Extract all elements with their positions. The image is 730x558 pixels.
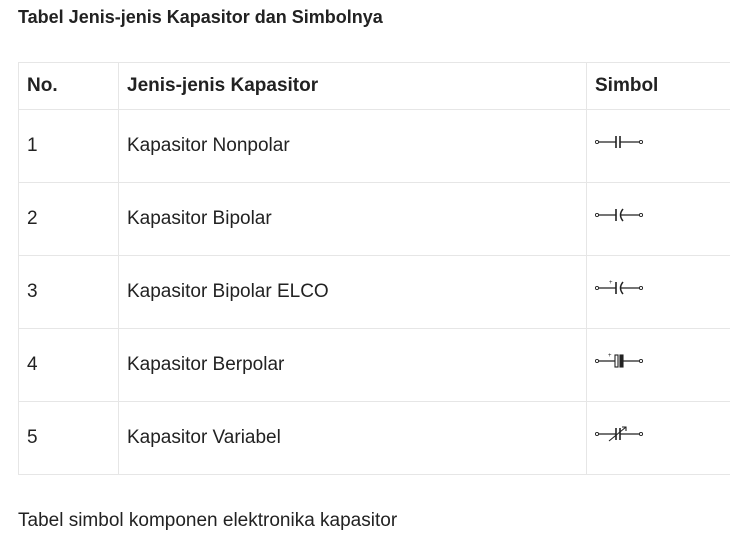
row-number: 2 [18,182,119,256]
symbol-cell: + [586,255,730,329]
row-number: 5 [18,401,119,475]
symbol-cell [586,401,730,475]
capacitor-name: Kapasitor Nonpolar [118,109,587,183]
table-row: 3 Kapasitor Bipolar ELCO + [18,255,730,329]
table-row: 1 Kapasitor Nonpolar [18,109,730,183]
variable-capacitor-symbol-icon [595,426,644,442]
row-number: 4 [18,328,119,402]
symbol-cell [586,109,730,183]
symbol-cell: + [586,328,730,402]
header-type: Jenis-jenis Kapasitor [118,62,587,110]
row-number: 3 [18,255,119,329]
page-title: Tabel Jenis-jenis Kapasitor dan Simbolny… [18,7,383,27]
header-symbol: Simbol [586,62,730,110]
capacitor-name: Kapasitor Bipolar [118,182,587,256]
capacitor-name: Kapasitor Bipolar ELCO [118,255,587,329]
capacitor-name: Kapasitor Berpolar [118,328,587,402]
table-row: 5 Kapasitor Variabel [18,401,730,475]
bipolar-elco-capacitor-symbol-icon: + [595,280,644,295]
plus-mark: + [608,353,612,359]
header-no: No. [18,62,119,110]
symbol-cell [586,182,730,256]
nonpolar-capacitor-symbol-icon [595,136,644,148]
row-number: 1 [18,109,119,183]
bipolar-capacitor-symbol-icon [595,208,644,222]
table-header-row: No. Jenis-jenis Kapasitor Simbol [18,62,730,110]
capacitor-table: No. Jenis-jenis Kapasitor Simbol 1 Kapas… [18,62,730,475]
capacitor-name: Kapasitor Variabel [118,401,587,475]
table-row: 4 Kapasitor Berpolar + [18,328,730,402]
polarized-capacitor-symbol-icon: + [595,353,644,368]
table-caption: Tabel simbol komponen elektronika kapasi… [18,510,398,531]
plus-mark: + [609,280,613,286]
table-row: 2 Kapasitor Bipolar [18,182,730,256]
